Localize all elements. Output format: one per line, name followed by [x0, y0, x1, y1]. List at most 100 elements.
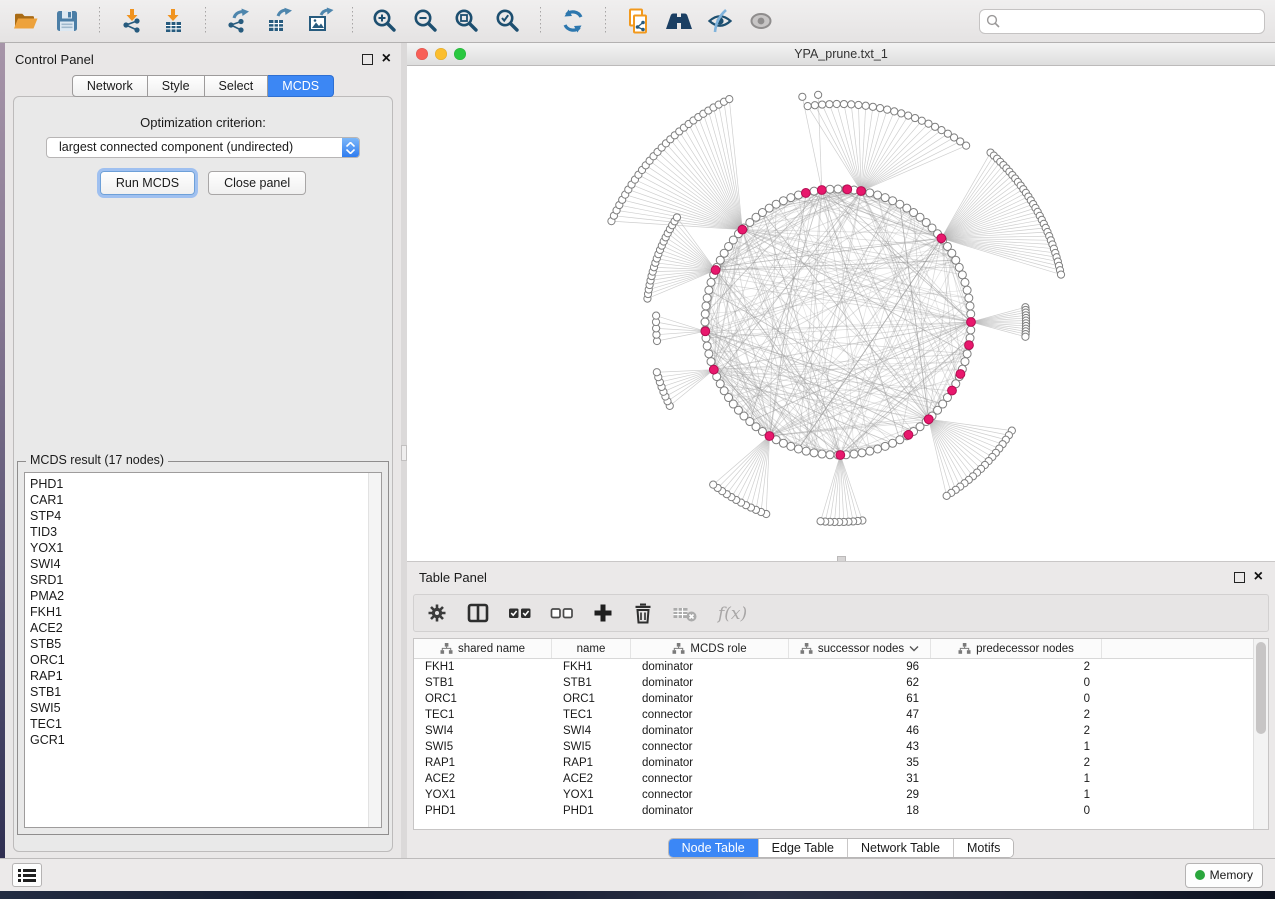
- column-header-MCDS-role[interactable]: MCDS role: [631, 639, 789, 658]
- tab-select[interactable]: Select: [205, 75, 269, 97]
- zoom-selected-icon[interactable]: [492, 5, 524, 37]
- export-table-icon[interactable]: [263, 5, 295, 37]
- column-header-successor-nodes[interactable]: successor nodes: [789, 639, 931, 658]
- mcds-result-item[interactable]: STB5: [25, 636, 381, 652]
- table-panel-title: Table Panel: [419, 570, 487, 585]
- mcds-result-item[interactable]: SWI5: [25, 700, 381, 716]
- select-all-checkboxes-icon[interactable]: [508, 602, 532, 624]
- memory-button[interactable]: Memory: [1185, 863, 1263, 888]
- table-scrollbar-thumb[interactable]: [1256, 642, 1266, 734]
- mcds-result-item[interactable]: GCR1: [25, 732, 381, 748]
- table-row[interactable]: SWI4SWI4dominator462: [414, 723, 1268, 739]
- split-columns-icon[interactable]: [466, 602, 490, 624]
- memory-status-icon: [1195, 870, 1205, 880]
- mcds-result-item[interactable]: FKH1: [25, 604, 381, 620]
- tab-node-table[interactable]: Node Table: [669, 839, 758, 857]
- optimization-criterion-select[interactable]: largest connected component (undirected): [46, 137, 360, 158]
- table-row[interactable]: RAP1RAP1dominator352: [414, 755, 1268, 771]
- table-row[interactable]: ORC1ORC1dominator610: [414, 691, 1268, 707]
- mcds-result-item[interactable]: CAR1: [25, 492, 381, 508]
- table-row[interactable]: FKH1FKH1dominator962: [414, 659, 1268, 675]
- maximize-window-icon[interactable]: [454, 48, 466, 60]
- export-image-icon[interactable]: [304, 5, 336, 37]
- column-header-shared-name[interactable]: shared name: [414, 639, 552, 658]
- task-history-button[interactable]: [12, 863, 42, 887]
- import-network-icon[interactable]: [116, 5, 148, 37]
- cell-name: PHD1: [552, 803, 631, 819]
- mcds-result-item[interactable]: TEC1: [25, 716, 381, 732]
- floppy-save-icon[interactable]: [51, 5, 83, 37]
- mcds-result-item[interactable]: RAP1: [25, 668, 381, 684]
- mcds-result-item[interactable]: YOX1: [25, 540, 381, 556]
- clone-network-icon[interactable]: [622, 5, 654, 37]
- cell-shared-name: TEC1: [414, 707, 552, 723]
- tab-motifs[interactable]: Motifs: [953, 839, 1013, 857]
- table-row[interactable]: TEC1TEC1connector472: [414, 707, 1268, 723]
- folder-open-icon[interactable]: [10, 5, 42, 37]
- network-window-title: YPA_prune.txt_1: [794, 47, 888, 61]
- mcds-result-list: PHD1CAR1STP4TID3YOX1SWI4SRD1PMA2FKH1ACE2…: [25, 473, 381, 748]
- table-scrollbar[interactable]: [1253, 639, 1268, 829]
- list-icon: [18, 868, 36, 882]
- table-row[interactable]: YOX1YOX1connector291: [414, 787, 1268, 803]
- mcds-result-item[interactable]: SRD1: [25, 572, 381, 588]
- mcds-tab-content: Optimization criterion: largest connecte…: [13, 96, 393, 852]
- run-mcds-button[interactable]: Run MCDS: [100, 171, 195, 195]
- close-window-icon[interactable]: [416, 48, 428, 60]
- select-stepper-icon[interactable]: [342, 138, 359, 157]
- tab-network-table[interactable]: Network Table: [847, 839, 953, 857]
- cell-shared-name: SWI5: [414, 739, 552, 755]
- add-column-icon[interactable]: [592, 602, 614, 624]
- export-network-icon[interactable]: [222, 5, 254, 37]
- delete-table-icon[interactable]: [672, 602, 698, 624]
- close-table-panel-icon[interactable]: ×: [1254, 572, 1263, 582]
- float-table-panel-icon[interactable]: [1234, 572, 1245, 583]
- delete-column-icon[interactable]: [632, 602, 654, 624]
- cell-successor-nodes: 62: [789, 675, 931, 691]
- tab-network[interactable]: Network: [72, 75, 148, 97]
- cell-successor-nodes: 31: [789, 771, 931, 787]
- cell-MCDS-role: dominator: [631, 723, 789, 739]
- cell-MCDS-role: connector: [631, 739, 789, 755]
- zoom-fit-icon[interactable]: [451, 5, 483, 37]
- mcds-result-item[interactable]: PMA2: [25, 588, 381, 604]
- cell-shared-name: YOX1: [414, 787, 552, 803]
- table-row[interactable]: STB1STB1dominator620: [414, 675, 1268, 691]
- import-table-icon[interactable]: [157, 5, 189, 37]
- deselect-all-checkboxes-icon[interactable]: [550, 602, 574, 624]
- tab-edge-table[interactable]: Edge Table: [758, 839, 847, 857]
- zoom-in-icon[interactable]: [369, 5, 401, 37]
- close-panel-button[interactable]: Close panel: [208, 171, 306, 195]
- mcds-result-item[interactable]: ORC1: [25, 652, 381, 668]
- table-row[interactable]: SWI5SWI5connector431: [414, 739, 1268, 755]
- column-header-name[interactable]: name: [552, 639, 631, 658]
- network-view-canvas[interactable]: [407, 66, 1275, 561]
- mcds-result-item[interactable]: STB1: [25, 684, 381, 700]
- refresh-icon[interactable]: [557, 5, 589, 37]
- minimize-window-icon[interactable]: [435, 48, 447, 60]
- zoom-out-icon[interactable]: [410, 5, 442, 37]
- settings-gear-icon[interactable]: [426, 602, 448, 624]
- search-input[interactable]: [979, 9, 1265, 34]
- tab-mcds[interactable]: MCDS: [268, 75, 334, 97]
- cell-predecessor-nodes: 1: [931, 787, 1102, 803]
- tab-style[interactable]: Style: [148, 75, 205, 97]
- column-header-predecessor-nodes[interactable]: predecessor nodes: [931, 639, 1102, 658]
- toolbar-separator: [540, 7, 541, 35]
- float-panel-icon[interactable]: [362, 54, 373, 65]
- eye-icon[interactable]: [745, 5, 777, 37]
- mcds-result-item[interactable]: STP4: [25, 508, 381, 524]
- mcds-result-item[interactable]: ACE2: [25, 620, 381, 636]
- table-row[interactable]: PHD1PHD1dominator180: [414, 803, 1268, 819]
- close-panel-icon[interactable]: ×: [382, 54, 391, 64]
- mcds-result-item[interactable]: SWI4: [25, 556, 381, 572]
- eye-slash-icon[interactable]: [704, 5, 736, 37]
- mcds-list-scrollbar[interactable]: [368, 473, 381, 827]
- toolbar-separator: [605, 7, 606, 35]
- network-graph[interactable]: [407, 66, 1275, 563]
- cell-successor-nodes: 29: [789, 787, 931, 803]
- table-row[interactable]: ACE2ACE2connector311: [414, 771, 1268, 787]
- mcds-result-item[interactable]: PHD1: [25, 476, 381, 492]
- binoculars-icon[interactable]: [663, 5, 695, 37]
- mcds-result-item[interactable]: TID3: [25, 524, 381, 540]
